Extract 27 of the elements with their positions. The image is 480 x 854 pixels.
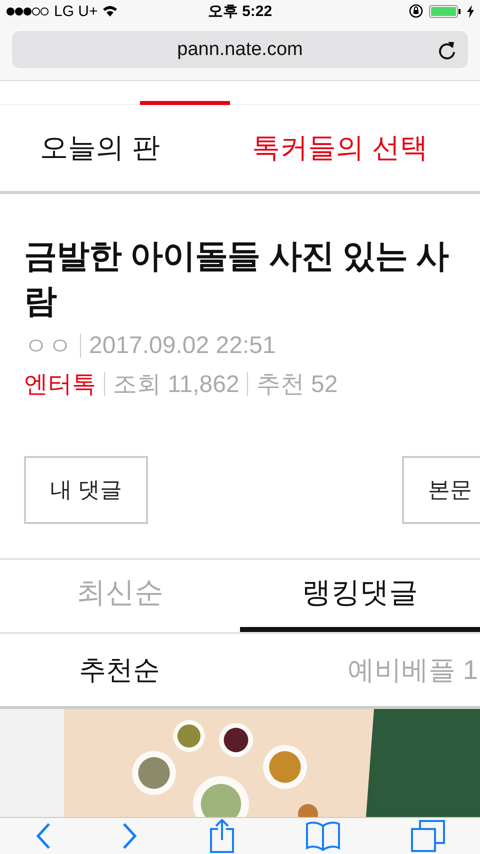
recommend-count: 추천 52 [256, 370, 338, 400]
view-count: 조회 11,862 [113, 370, 240, 400]
comment-tab[interactable]: 랭킹댓글 [240, 560, 480, 632]
section-tab[interactable]: 오늘의 판 [0, 104, 200, 191]
category-link[interactable]: 엔터톡 [24, 368, 96, 400]
carrier-name: LG U+ [54, 2, 98, 20]
back-icon[interactable] [35, 822, 52, 850]
bookmarks-icon[interactable] [306, 820, 340, 852]
forward-icon[interactable] [122, 822, 138, 850]
signal-icon [6, 6, 50, 16]
section-tab[interactable]: 톡커들의 선택 [200, 104, 480, 191]
tabs-icon[interactable] [410, 820, 445, 852]
author-name: ㅇㅇ [24, 332, 72, 362]
wifi-icon [102, 5, 118, 17]
status-time: 오후 5:22 [208, 2, 272, 20]
address-bar[interactable]: pann.nate.com [12, 31, 468, 68]
my-comments-button[interactable]: 내 댓글 [24, 456, 148, 524]
share-icon[interactable] [208, 818, 235, 854]
url-text: pann.nate.com [177, 38, 303, 60]
sort-tab[interactable]: 추천순 [0, 634, 239, 706]
rotation-lock-icon [409, 4, 424, 18]
post-title: 금발한 아이돌들 사진 있는 사람 [24, 236, 450, 321]
post-date: 2017.09.02 22:51 [89, 332, 276, 360]
reload-icon[interactable] [438, 40, 456, 60]
charging-icon [467, 4, 474, 18]
post-button[interactable]: 본문 [402, 456, 480, 524]
battery-icon [429, 4, 462, 18]
